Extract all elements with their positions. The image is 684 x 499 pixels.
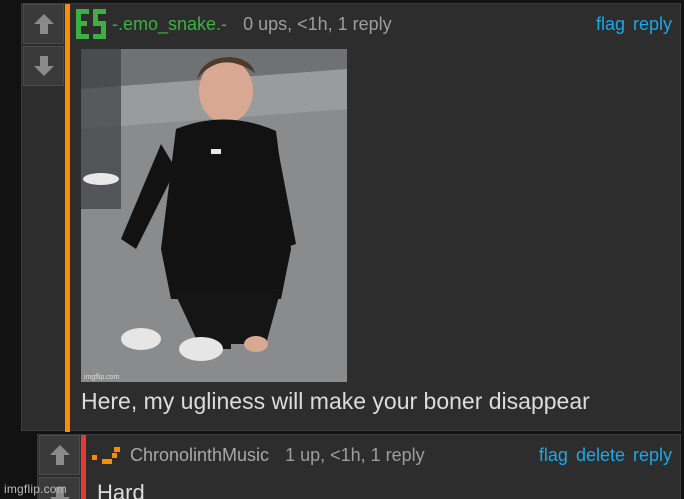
imgflip-watermark: imgflip.com bbox=[4, 482, 67, 496]
comment-text: Hard bbox=[97, 480, 145, 499]
photo-illustration: imgflip.com bbox=[81, 49, 347, 382]
comment-1: -.emo_snake.- 0 ups, <1h, 1 reply flag r… bbox=[21, 3, 681, 432]
arrow-down-icon bbox=[33, 56, 54, 76]
comment-header: -.emo_snake.- 0 ups, <1h, 1 reply flag r… bbox=[74, 4, 672, 44]
comment-image[interactable]: imgflip.com bbox=[81, 49, 347, 382]
comment-actions: flag reply bbox=[596, 14, 672, 35]
comment-header: ChronolinthMusic 1 up, <1h, 1 reply flag… bbox=[92, 435, 672, 475]
username[interactable]: ChronolinthMusic bbox=[130, 445, 269, 466]
reply-link[interactable]: reply bbox=[633, 14, 672, 35]
user-flair-ES-icon bbox=[76, 9, 106, 39]
reply-link[interactable]: reply bbox=[633, 445, 672, 466]
comment-thread: -.emo_snake.- 0 ups, <1h, 1 reply flag r… bbox=[0, 0, 684, 499]
comment-meta: 1 up, <1h, 1 reply bbox=[285, 444, 425, 465]
comment-actions: flag delete reply bbox=[539, 445, 672, 466]
comment-meta: 0 ups, <1h, 1 reply bbox=[243, 13, 392, 34]
username[interactable]: -.emo_snake.- bbox=[112, 14, 227, 35]
thread-bar bbox=[65, 4, 70, 432]
thread-bar bbox=[81, 435, 86, 499]
upvote-button[interactable] bbox=[39, 435, 80, 475]
downvote-button[interactable] bbox=[23, 46, 64, 86]
arrow-up-icon bbox=[33, 14, 54, 34]
comment-text: Here, my ugliness will make your boner d… bbox=[81, 388, 590, 414]
user-flair-pixel-icon bbox=[92, 447, 120, 464]
flag-link[interactable]: flag bbox=[539, 445, 568, 466]
flag-link[interactable]: flag bbox=[596, 14, 625, 35]
arrow-up-icon bbox=[49, 445, 70, 465]
upvote-button[interactable] bbox=[23, 4, 64, 44]
delete-link[interactable]: delete bbox=[576, 445, 625, 466]
vote-column bbox=[22, 4, 65, 86]
image-watermark: imgflip.com bbox=[84, 374, 120, 381]
comment-2: ChronolinthMusic 1 up, <1h, 1 reply flag… bbox=[37, 434, 681, 499]
